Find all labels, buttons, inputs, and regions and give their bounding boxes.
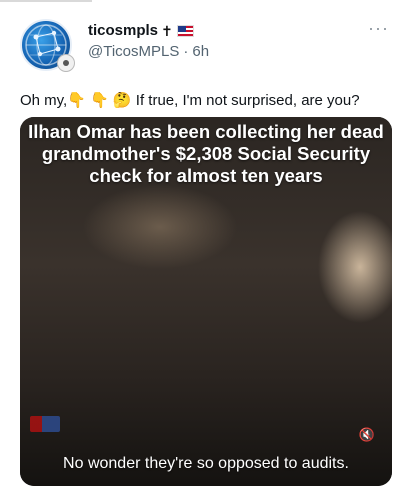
separator: · bbox=[183, 43, 189, 60]
post-text-body: If true, I'm not surprised, are you? bbox=[131, 92, 360, 109]
video-player[interactable]: Ilhan Omar has been collecting her dead … bbox=[20, 117, 392, 486]
name-row: ticosmpls ✝ bbox=[88, 22, 194, 39]
divider bbox=[0, 0, 92, 2]
speaker-muted-icon[interactable]: 🔇 bbox=[356, 426, 378, 444]
video-caption-top: Ilhan Omar has been collecting her dead … bbox=[28, 121, 384, 186]
post-text: Oh my,👇 👇 🤔 If true, I'm not surprised, … bbox=[20, 91, 399, 111]
logo-watermark bbox=[30, 416, 60, 432]
post-text-lead: Oh my, bbox=[20, 92, 68, 109]
us-flag-icon bbox=[176, 24, 194, 37]
handle-row: @TicosMPLS · 6h bbox=[88, 43, 209, 60]
seal-icon bbox=[57, 54, 75, 72]
display-name[interactable]: ticosmpls bbox=[88, 22, 158, 39]
cross-icon: ✝ bbox=[161, 22, 173, 39]
emoji-sequence: 👇 👇 🤔 bbox=[67, 92, 132, 109]
video-caption-bottom: No wonder they're so opposed to audits. bbox=[63, 455, 349, 472]
user-handle[interactable]: @TicosMPLS bbox=[88, 43, 179, 60]
more-options-icon[interactable]: ··· bbox=[368, 19, 389, 37]
post-header: ticosmpls ✝ @TicosMPLS · 6h ··· bbox=[20, 19, 401, 72]
post-time[interactable]: 6h bbox=[192, 43, 209, 60]
